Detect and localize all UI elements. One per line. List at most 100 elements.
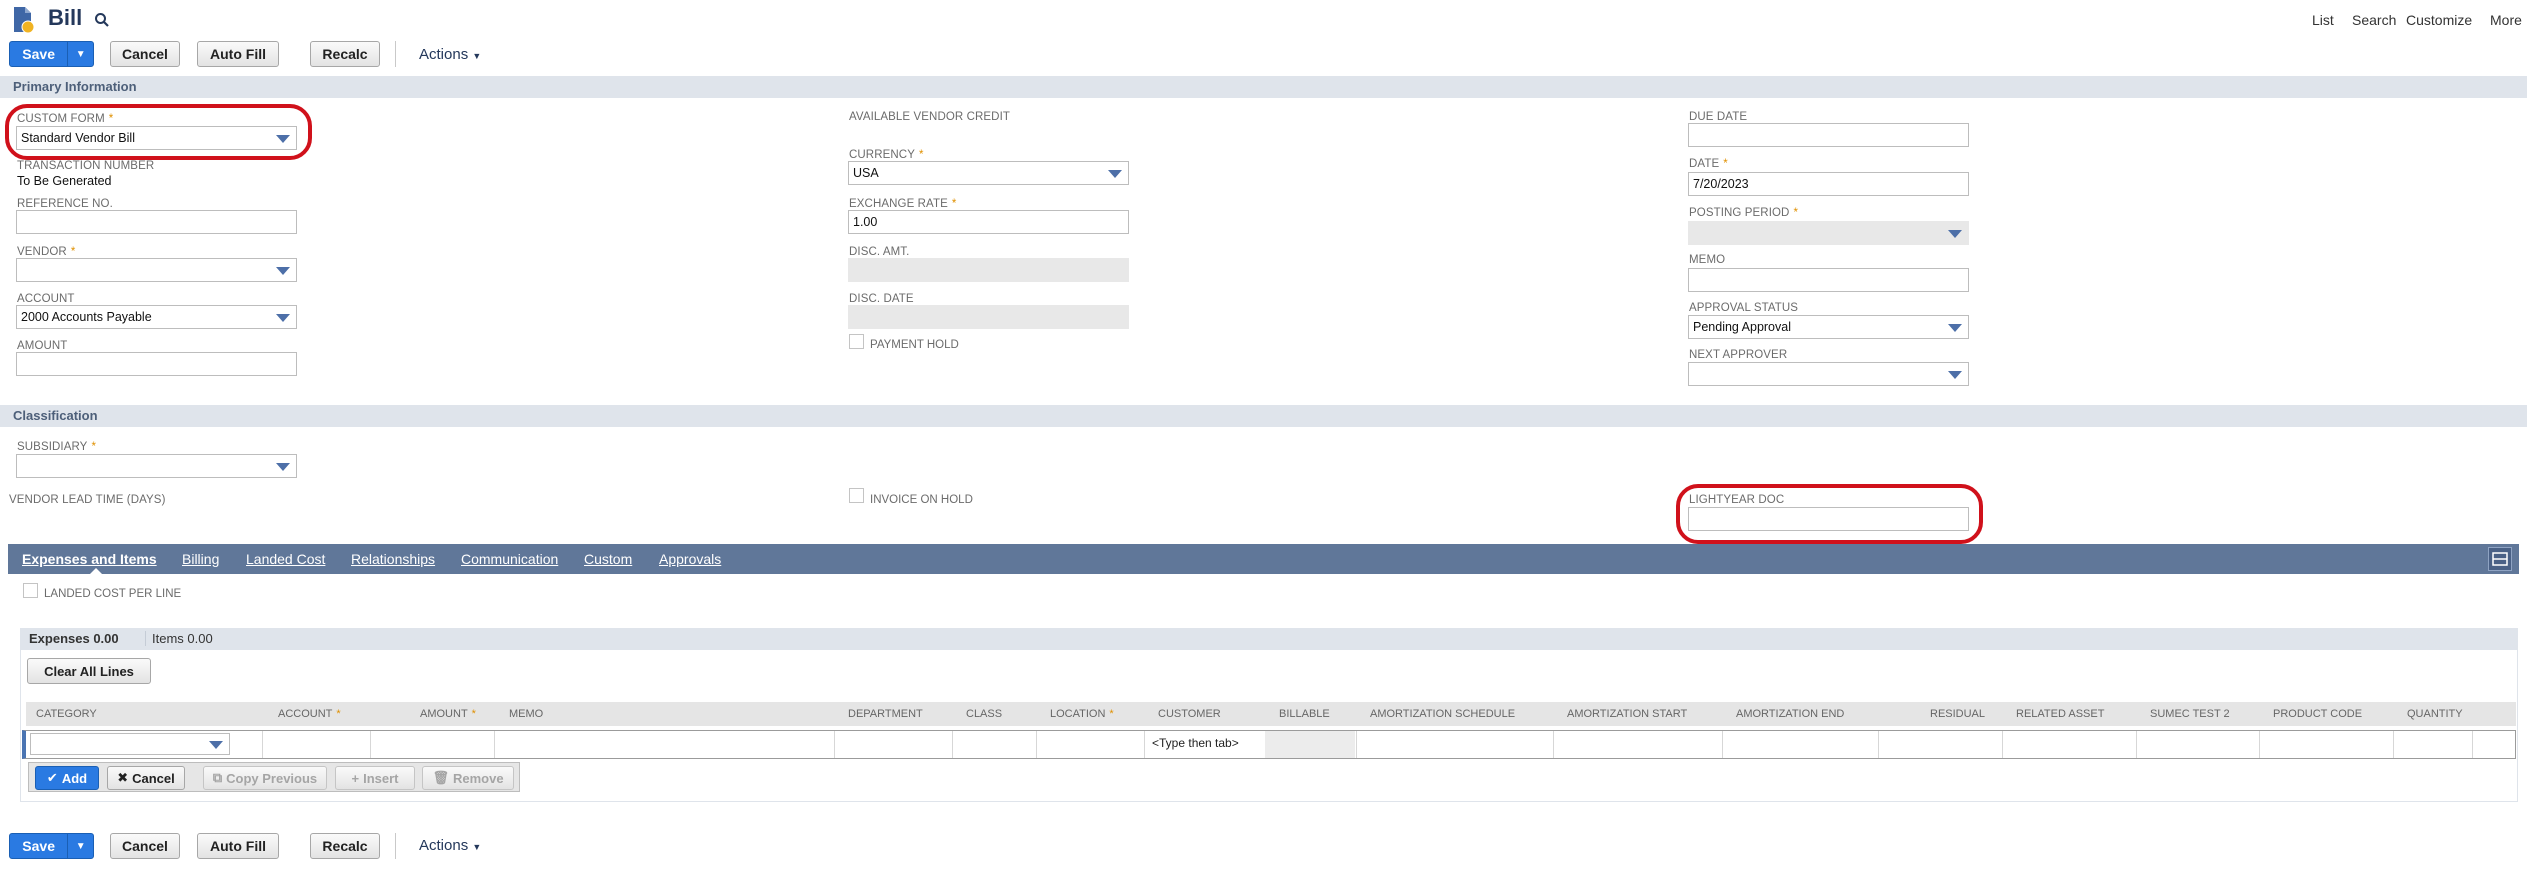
memo-input[interactable] (1688, 268, 1969, 292)
reference-no-input[interactable] (16, 210, 297, 234)
save-label: Save (22, 46, 55, 62)
tab-landed-cost[interactable]: Landed Cost (246, 551, 325, 567)
nav-search[interactable]: Search (2352, 12, 2396, 28)
toolbar-separator-bottom (395, 833, 396, 859)
tab-approvals[interactable]: Approvals (659, 551, 721, 567)
posting-period-label: POSTING PERIOD * (1689, 207, 1799, 219)
account-dropdown-icon (276, 314, 290, 322)
row-cell-divider (952, 731, 953, 758)
cancel-line-button[interactable]: ✖ Cancel (107, 766, 185, 790)
custom-form-highlight (5, 104, 312, 160)
invoice-on-hold-checkbox[interactable] (849, 488, 864, 503)
column-account: ACCOUNT * (278, 708, 341, 720)
toolbar-separator (395, 41, 396, 67)
trash-icon: 🗑 (432, 770, 449, 785)
add-line-button[interactable]: ✔ Add (35, 766, 99, 790)
approval-status-value: Pending Approval (1693, 320, 1791, 334)
billable-cell (1265, 731, 1355, 758)
recalc-button-bottom[interactable]: Recalc (310, 833, 380, 859)
cancel-button[interactable]: Cancel (110, 41, 180, 67)
save-button[interactable]: Save ▼ (9, 41, 94, 67)
actions-label: Actions (419, 46, 469, 63)
vendor-lead-time-label: VENDOR LEAD TIME (DAYS) (9, 494, 166, 506)
posting-period-dropdown-icon (1948, 230, 1962, 238)
currency-select[interactable]: USA (848, 161, 1129, 185)
due-date-input[interactable] (1688, 123, 1969, 147)
posting-period-select[interactable] (1688, 221, 1969, 245)
nav-customize[interactable]: Customize (2406, 12, 2472, 28)
category-select[interactable] (30, 733, 230, 755)
approval-status-select[interactable]: Pending Approval (1688, 315, 1969, 339)
lightyear-doc-highlight (1676, 484, 1983, 544)
amount-input[interactable] (16, 352, 297, 376)
copy-previous-button[interactable]: ⧉ Copy Previous (203, 766, 327, 790)
column-amortization-end: AMORTIZATION END (1736, 708, 1845, 720)
column-sumec-test-2: SUMEC TEST 2 (2150, 708, 2230, 720)
row-cell-divider (1722, 731, 1723, 758)
exchange-rate-value: 1.00 (853, 215, 878, 229)
subtab-expenses[interactable]: Expenses 0.00 (29, 631, 119, 646)
remove-line-button[interactable]: 🗑 Remove (422, 766, 514, 790)
transaction-number-label: TRANSACTION NUMBER (17, 160, 155, 172)
insert-line-button[interactable]: + Insert (335, 766, 415, 790)
row-cell-divider (2136, 731, 2137, 758)
actions-menu[interactable]: Actions ▼ (419, 46, 481, 63)
save-dropdown-icon-bottom[interactable]: ▼ (67, 834, 93, 858)
tab-expenses-and-items[interactable]: Expenses and Items (22, 551, 157, 567)
copy-icon: ⧉ (212, 770, 223, 785)
disc-date-input (848, 305, 1129, 329)
next-approver-select[interactable] (1688, 362, 1969, 386)
subtab-bar: Expenses and Items Billing Landed Cost R… (8, 544, 2519, 574)
row-cell-divider (262, 731, 263, 758)
vendor-dropdown-icon (276, 267, 290, 275)
active-tab-indicator (90, 568, 102, 574)
available-vendor-credit-label: AVAILABLE VENDOR CREDIT (849, 111, 1010, 123)
column-billable: BILLABLE (1279, 708, 1330, 720)
column-class: CLASS (966, 708, 1003, 720)
nav-list[interactable]: List (2312, 12, 2334, 28)
due-date-label: DUE DATE (1689, 111, 1748, 123)
cancel-line-label: Cancel (132, 770, 175, 786)
row-cell-divider (1144, 731, 1145, 758)
column-amortization-start: AMORTIZATION START (1567, 708, 1688, 720)
x-icon: ✖ (117, 770, 129, 785)
auto-fill-button[interactable]: Auto Fill (197, 41, 279, 67)
cancel-button-bottom[interactable]: Cancel (110, 833, 180, 859)
clear-all-lines-button[interactable]: Clear All Lines (27, 658, 151, 684)
auto-fill-button-bottom[interactable]: Auto Fill (197, 833, 279, 859)
column-category: CATEGORY (36, 708, 97, 720)
subsidiary-select[interactable] (16, 454, 297, 478)
customer-cell[interactable]: <Type then tab> (1152, 736, 1239, 750)
subtab-items[interactable]: Items 0.00 (145, 631, 213, 646)
row-cell-divider (494, 731, 495, 758)
exchange-rate-input[interactable]: 1.00 (848, 210, 1129, 234)
tab-billing[interactable]: Billing (182, 551, 219, 567)
layout-toggle-icon[interactable] (2488, 547, 2512, 571)
classification-header[interactable]: Classification (0, 405, 2527, 427)
save-dropdown-icon[interactable]: ▼ (67, 42, 93, 66)
payment-hold-checkbox[interactable] (849, 334, 864, 349)
date-input[interactable]: 7/20/2023 (1688, 172, 1969, 196)
page-title: Bill (48, 5, 83, 30)
row-cell-divider (1356, 731, 1357, 758)
recalc-button[interactable]: Recalc (310, 41, 380, 67)
actions-caret-icon-bottom: ▼ (472, 842, 482, 852)
tab-custom[interactable]: Custom (584, 551, 632, 567)
currency-dropdown-icon (1108, 170, 1122, 178)
actions-menu-bottom[interactable]: Actions ▼ (419, 837, 481, 854)
vendor-select[interactable] (16, 258, 297, 282)
landed-cost-per-line-label: LANDED COST PER LINE (44, 588, 182, 600)
column-amortization-schedule: AMORTIZATION SCHEDULE (1370, 708, 1516, 720)
account-select[interactable]: 2000 Accounts Payable (16, 305, 297, 329)
nav-more[interactable]: More (2490, 12, 2522, 28)
exchange-rate-label: EXCHANGE RATE * (849, 198, 957, 210)
tab-communication[interactable]: Communication (461, 551, 558, 567)
save-button-bottom[interactable]: Save ▼ (9, 833, 94, 859)
landed-cost-per-line-checkbox[interactable] (23, 583, 38, 598)
tab-relationships[interactable]: Relationships (351, 551, 435, 567)
next-approver-dropdown-icon (1948, 371, 1962, 379)
primary-information-header[interactable]: Primary Information (0, 76, 2527, 98)
account-label: ACCOUNT (17, 293, 75, 305)
search-icon[interactable] (94, 12, 110, 28)
disc-date-label: DISC. DATE (849, 293, 914, 305)
